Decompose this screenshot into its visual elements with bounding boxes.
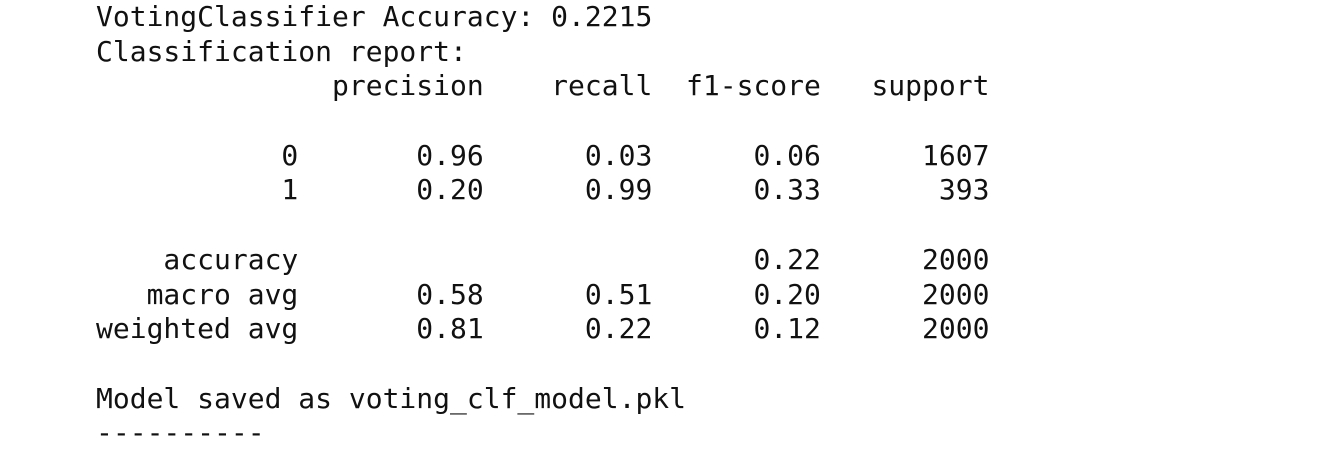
report-row-weighted-avg: weighted avg 0.81 0.22 0.12 2000	[96, 312, 990, 346]
report-row-macro-avg: macro avg 0.58 0.51 0.20 2000	[96, 277, 990, 311]
report-header-line: precision recall f1-score support	[96, 69, 990, 103]
report-row-class-0: 0 0.96 0.03 0.06 1607	[96, 138, 990, 172]
report-title-line: Classification report:	[96, 34, 467, 68]
model-saved-line: Model saved as voting_clf_model.pkl	[96, 381, 687, 415]
separator-line: ----------	[96, 416, 265, 450]
report-row-accuracy: accuracy 0.22 2000	[96, 242, 990, 276]
report-row-class-1: 1 0.20 0.99 0.33 393	[96, 173, 990, 207]
accuracy-summary-line: VotingClassifier Accuracy: 0.2215	[96, 0, 653, 33]
console-output: VotingClassifier Accuracy: 0.2215 Classif…	[96, 0, 989, 451]
